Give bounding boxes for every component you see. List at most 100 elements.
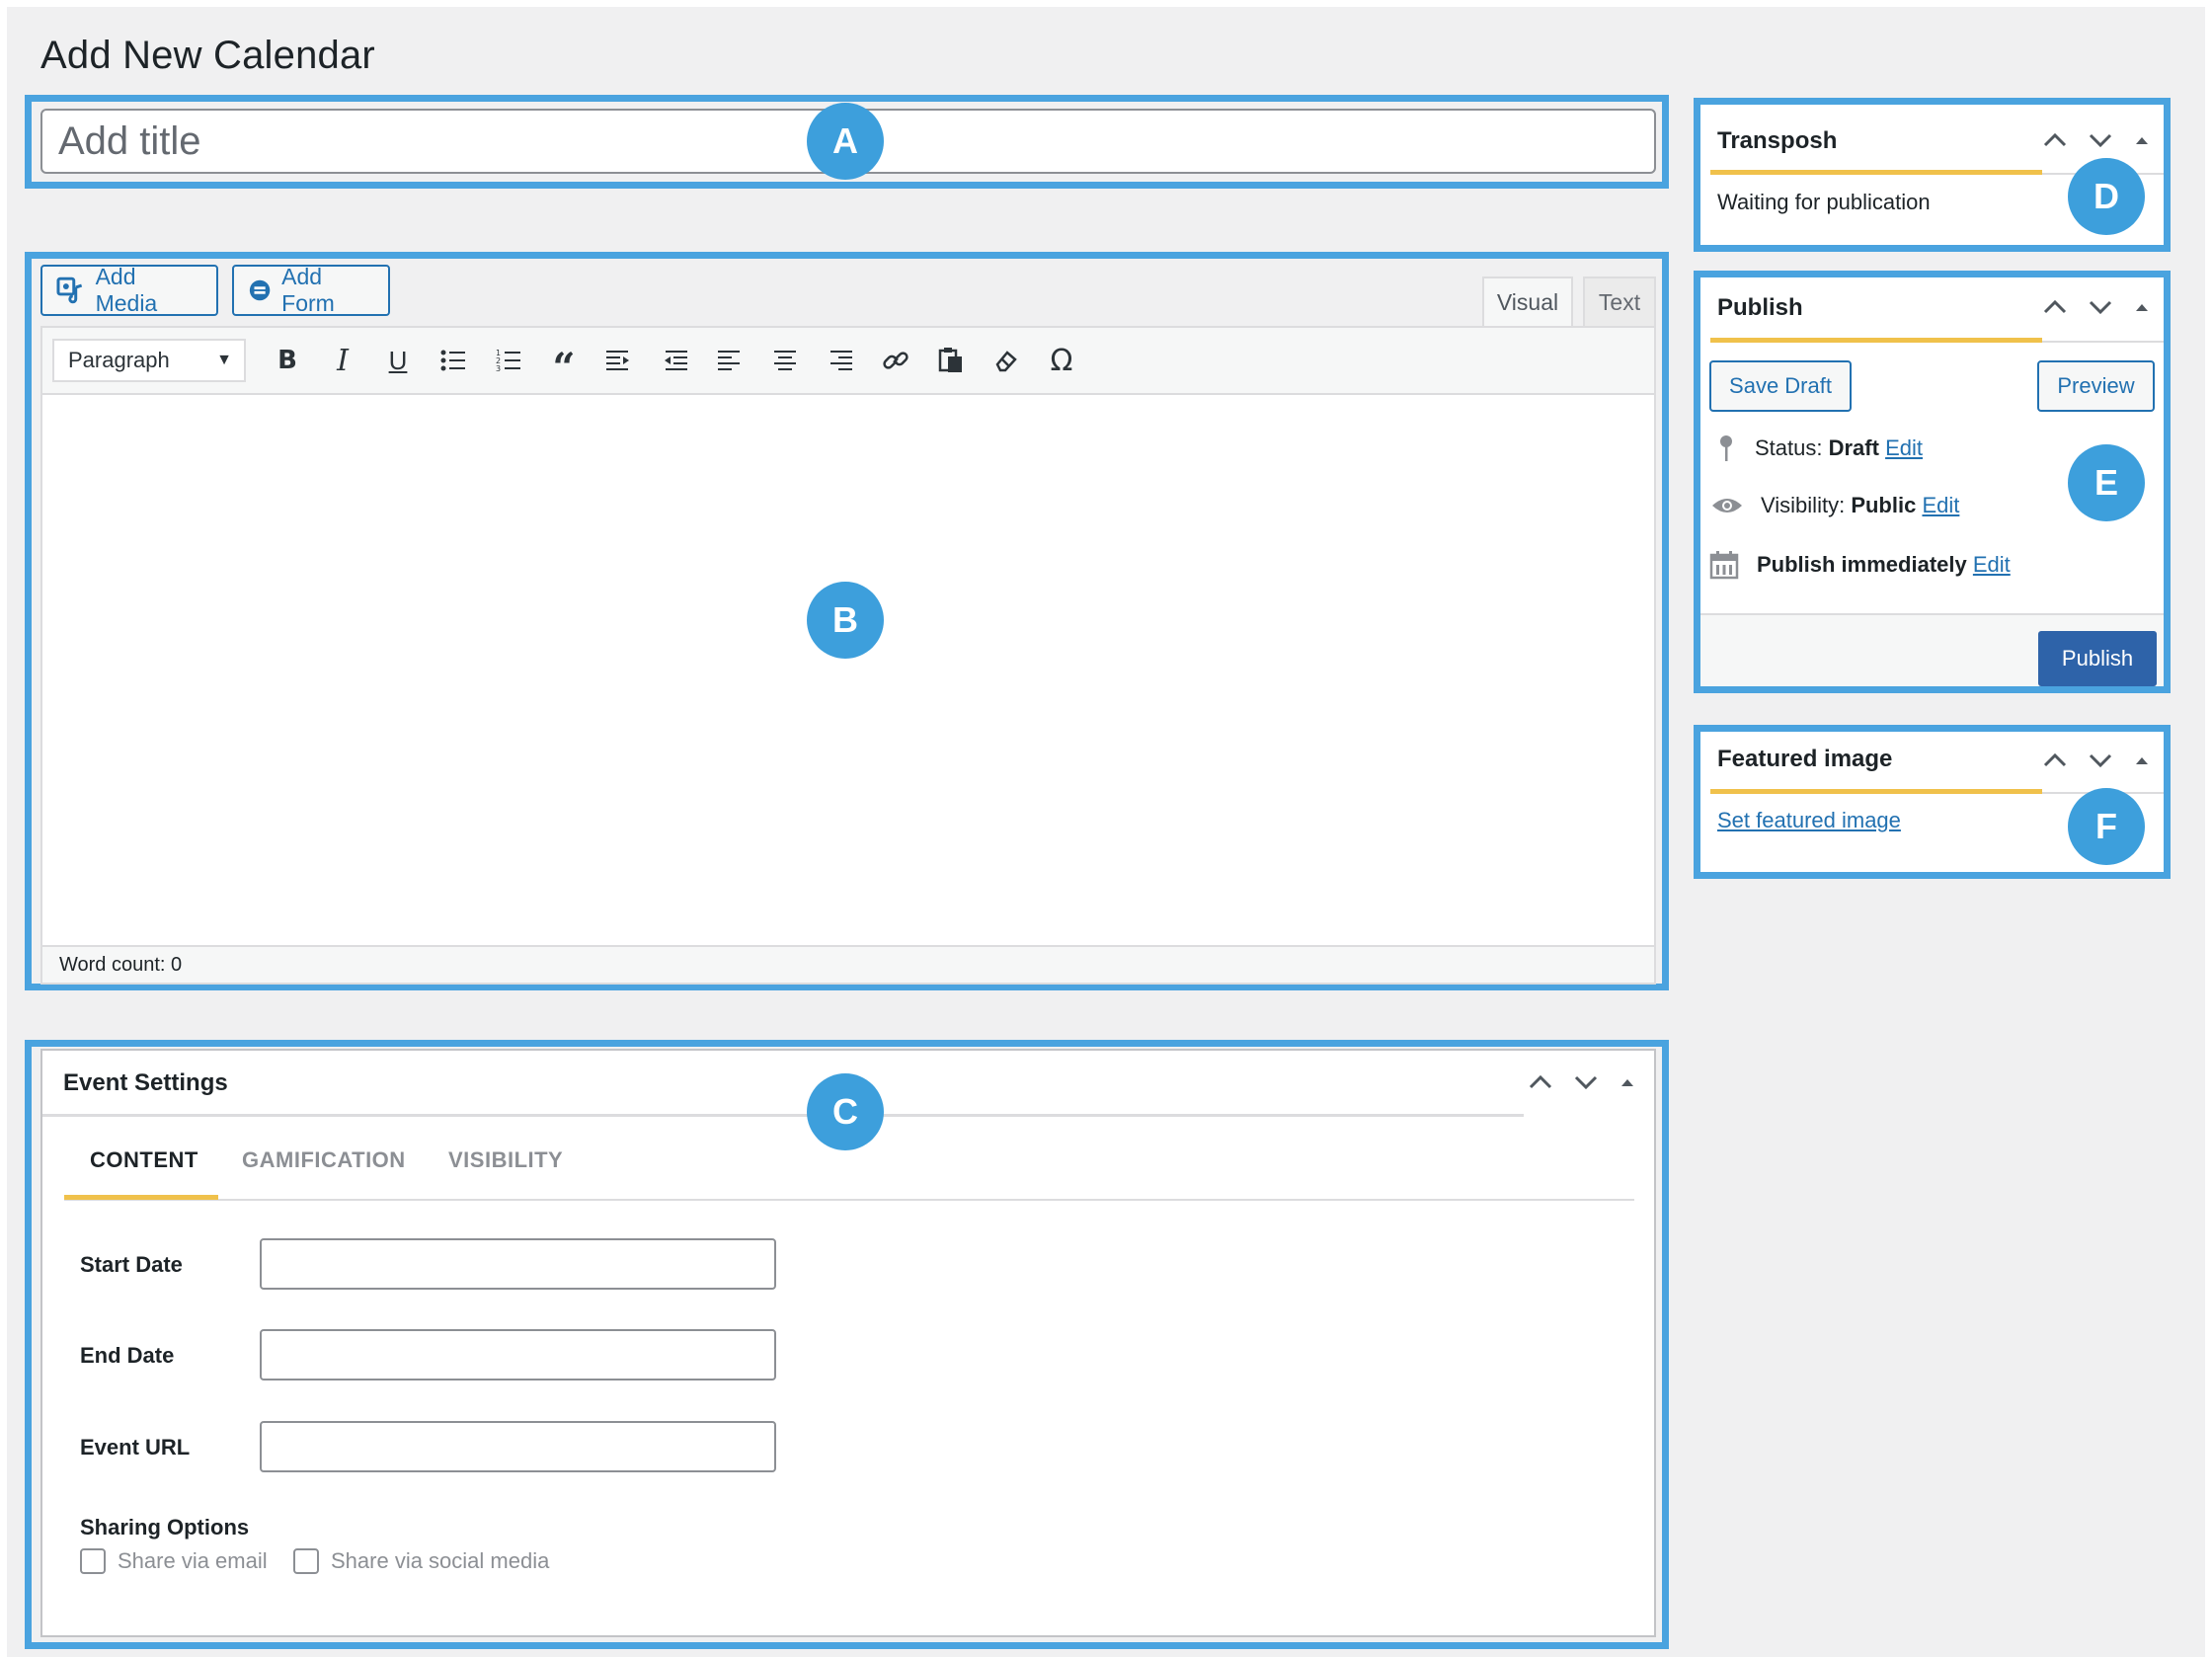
link-icon[interactable] xyxy=(868,339,923,382)
edit-status-link[interactable]: Edit xyxy=(1885,435,1923,460)
share-social-checkbox[interactable]: Share via social media xyxy=(293,1548,549,1574)
bullet-list-icon[interactable] xyxy=(426,339,481,382)
panel-title-underline xyxy=(1710,170,2042,175)
chevron-down-icon[interactable] xyxy=(2087,295,2114,319)
panel-header-divider xyxy=(42,1114,1524,1117)
form-icon xyxy=(249,279,271,301)
numbered-list-icon[interactable]: 123 xyxy=(481,339,536,382)
collapse-toggle-icon[interactable] xyxy=(1618,1072,1637,1092)
italic-icon[interactable]: I xyxy=(315,339,370,382)
chevron-up-icon[interactable] xyxy=(1527,1070,1554,1094)
chevron-down-icon[interactable] xyxy=(2087,128,2114,152)
align-right-icon[interactable] xyxy=(813,339,868,382)
format-select[interactable]: Paragraph ▼ xyxy=(52,339,246,382)
title-placeholder: Add title xyxy=(58,118,201,163)
publish-title: Publish xyxy=(1717,294,1803,321)
marker-a: A xyxy=(807,103,884,180)
format-select-value: Paragraph xyxy=(68,348,170,372)
start-date-label: Start Date xyxy=(80,1252,183,1277)
end-date-input[interactable] xyxy=(260,1329,776,1381)
chevron-down-icon[interactable] xyxy=(1572,1070,1600,1094)
dropdown-arrow-icon: ▼ xyxy=(216,352,232,368)
share-email-checkbox[interactable]: Share via email xyxy=(80,1548,268,1574)
preview-button[interactable]: Preview xyxy=(2037,360,2155,412)
eye-icon xyxy=(1712,499,1742,513)
schedule-row: Publish immediately Edit xyxy=(1709,550,2011,580)
visibility-label: Visibility: xyxy=(1761,493,1846,517)
schedule-label: Publish immediately xyxy=(1757,552,1967,577)
media-icon xyxy=(56,276,83,304)
marker-b: B xyxy=(807,582,884,659)
edit-visibility-link[interactable]: Edit xyxy=(1922,493,1959,517)
publish-button[interactable]: Publish xyxy=(2038,631,2157,686)
status-text: Status: Draft Edit xyxy=(1755,435,1923,461)
checkbox-square[interactable] xyxy=(80,1548,106,1574)
marker-e: E xyxy=(2068,444,2145,521)
sharing-options-label: Sharing Options xyxy=(80,1515,250,1539)
tab-visibility[interactable]: VISIBILITY xyxy=(448,1147,563,1173)
add-form-button[interactable]: Add Form xyxy=(232,264,390,316)
outdent-icon[interactable] xyxy=(647,339,702,382)
end-date-label: End Date xyxy=(80,1343,175,1368)
save-draft-button[interactable]: Save Draft xyxy=(1709,360,1852,412)
panel-title-underline xyxy=(1710,789,2042,794)
indent-icon[interactable] xyxy=(592,339,647,382)
tabs-divider xyxy=(64,1199,1634,1201)
align-center-icon[interactable] xyxy=(757,339,813,382)
event-url-label: Event URL xyxy=(80,1435,191,1460)
featured-image-controls xyxy=(2041,749,2152,772)
add-media-button[interactable]: Add Media xyxy=(40,264,218,316)
set-featured-image-link[interactable]: Set featured image xyxy=(1717,808,1901,833)
tab-gamification[interactable]: GAMIFICATION xyxy=(242,1147,406,1173)
marker-f: F xyxy=(2068,788,2145,865)
tab-content[interactable]: CONTENT xyxy=(90,1147,198,1173)
chevron-down-icon[interactable] xyxy=(2087,749,2114,772)
transposh-controls xyxy=(2041,128,2152,152)
edit-schedule-link[interactable]: Edit xyxy=(1973,552,2011,577)
publish-controls xyxy=(2041,295,2152,319)
schedule-text: Publish immediately Edit xyxy=(1757,552,2011,578)
status-label: Status: xyxy=(1755,435,1823,460)
share-social-label: Share via social media xyxy=(331,1548,550,1573)
marker-c: C xyxy=(807,1073,884,1150)
blockquote-icon[interactable]: “ xyxy=(536,339,592,391)
calendar-icon xyxy=(1709,551,1739,580)
align-left-icon[interactable] xyxy=(702,339,757,382)
featured-image-title: Featured image xyxy=(1717,746,1893,772)
editor-toolbar: Paragraph ▼ B I U 123 “ Ω xyxy=(40,326,1656,395)
chevron-up-icon[interactable] xyxy=(2041,295,2069,319)
tab-visual[interactable]: Visual xyxy=(1482,276,1573,326)
status-value: Draft xyxy=(1828,435,1879,460)
collapse-toggle-icon[interactable] xyxy=(2132,750,2152,770)
paste-icon[interactable] xyxy=(923,339,979,382)
pin-icon xyxy=(1720,435,1732,461)
svg-text:3: 3 xyxy=(496,364,501,373)
visibility-row: Visibility: Public Edit xyxy=(1711,493,1959,518)
chevron-up-icon[interactable] xyxy=(2041,128,2069,152)
panel-title-underline xyxy=(1710,338,2042,343)
visibility-value: Public xyxy=(1851,493,1917,517)
bold-icon[interactable]: B xyxy=(260,339,315,382)
page-title: Add New Calendar xyxy=(40,34,375,77)
eraser-icon[interactable] xyxy=(979,339,1034,382)
active-tab-indicator xyxy=(64,1195,218,1200)
transposh-title: Transposh xyxy=(1717,127,1838,154)
panel-header-divider xyxy=(2042,341,2164,343)
editor-content-area[interactable] xyxy=(40,395,1656,945)
event-panel-controls xyxy=(1527,1070,1637,1094)
start-date-input[interactable] xyxy=(260,1238,776,1290)
collapse-toggle-icon[interactable] xyxy=(2132,130,2152,150)
add-form-label: Add Form xyxy=(281,264,335,316)
event-settings-title: Event Settings xyxy=(63,1069,228,1096)
underline-icon[interactable]: U xyxy=(370,339,426,382)
chevron-up-icon[interactable] xyxy=(2041,749,2069,772)
share-email-label: Share via email xyxy=(118,1548,268,1573)
collapse-toggle-icon[interactable] xyxy=(2132,297,2152,317)
tab-text[interactable]: Text xyxy=(1583,276,1656,326)
add-media-label: Add Media xyxy=(95,264,158,316)
visibility-text: Visibility: Public Edit xyxy=(1761,493,1959,518)
status-row: Status: Draft Edit xyxy=(1715,434,1923,463)
omega-icon[interactable]: Ω xyxy=(1034,339,1089,382)
checkbox-square[interactable] xyxy=(293,1548,319,1574)
event-url-input[interactable] xyxy=(260,1421,776,1472)
